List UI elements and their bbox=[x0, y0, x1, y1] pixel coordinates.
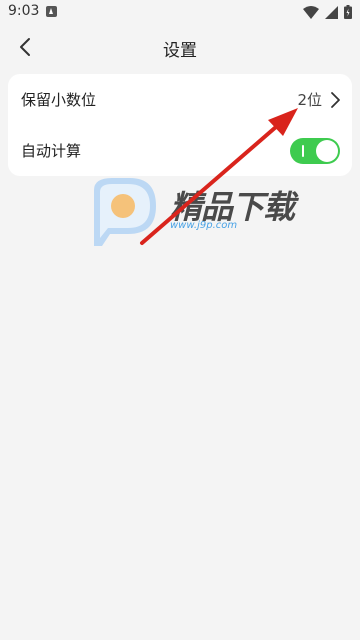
setting-label-auto-calculate: 自动计算 bbox=[21, 142, 82, 160]
battery-icon bbox=[344, 5, 352, 19]
toggle-knob bbox=[316, 140, 338, 162]
app-header: 设置 bbox=[0, 24, 360, 70]
watermark: 精品下载 www.j9p.com bbox=[90, 176, 320, 248]
setting-auto-calculate: 自动计算 bbox=[8, 125, 352, 176]
page-title: 设置 bbox=[163, 41, 197, 61]
chevron-right-icon bbox=[331, 92, 340, 108]
settings-card: 保留小数位 2位 自动计算 bbox=[8, 74, 352, 176]
setting-decimal-places[interactable]: 保留小数位 2位 bbox=[8, 74, 352, 125]
watermark-logo-icon bbox=[94, 178, 156, 246]
wifi-icon bbox=[303, 5, 319, 19]
status-bar: 9:03 bbox=[0, 0, 360, 24]
watermark-url: www.j9p.com bbox=[170, 220, 238, 231]
setting-value-decimal-places: 2位 bbox=[297, 91, 322, 109]
status-time: 9:03 bbox=[8, 3, 40, 19]
toggle-on-mark bbox=[302, 145, 304, 157]
auto-calculate-toggle[interactable] bbox=[290, 138, 340, 164]
status-icons bbox=[303, 5, 352, 19]
setting-label-decimal-places: 保留小数位 bbox=[21, 91, 97, 109]
notification-icon bbox=[46, 6, 57, 17]
signal-icon bbox=[325, 5, 338, 19]
